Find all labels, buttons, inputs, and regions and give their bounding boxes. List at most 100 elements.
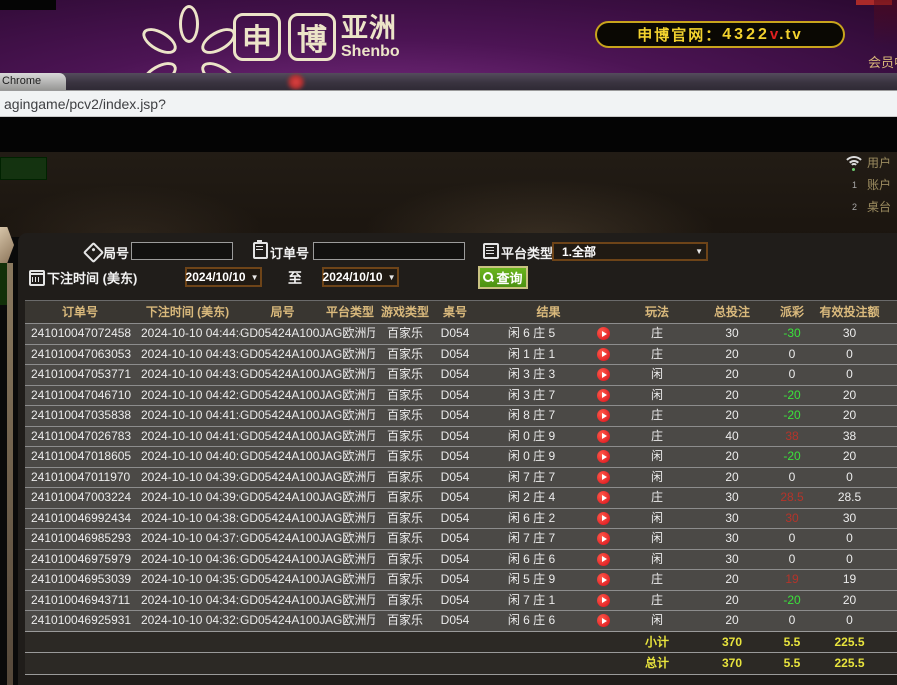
address-bar[interactable]: agingame/pcv2/index.jsp? [0,90,897,117]
cell-payout: -30 [772,324,812,344]
date-from-select[interactable]: 2024/10/10 ▼ [185,267,262,287]
cell-round_no: GD05424A100J7 [240,529,325,549]
official-site-banner: 申博官网： 4322 v .tv [595,21,845,48]
play-video-button[interactable] [597,348,610,361]
table-row: 2410100469437112024-10-10 04:34:27GD0542… [25,590,897,611]
shenbo-logo: 申 博 亚洲 Shenbo [148,2,400,72]
cell-round_no: GD05424A100JG [240,345,325,365]
cell-play_type: 庄 [622,570,692,590]
cell-table_no: D054 [435,447,475,467]
play-video-button[interactable] [597,450,610,463]
cell-order_no: 241010047063053 [25,345,135,365]
cell-play_type: 闲 [622,447,692,467]
cell-table_no: D054 [435,427,475,447]
cell-result: 闲 7 庄 7 [475,529,622,549]
cell-play_type: 闲 [622,529,692,549]
cell-bet_time: 2024-10-10 04:34:27 [135,591,240,611]
cell-table_no: D054 [435,529,475,549]
search-icon [483,272,494,283]
play-video-button[interactable] [597,430,610,443]
subtotal-row: 小计3705.5225.5 [25,631,897,653]
cell-play_type: 庄 [622,324,692,344]
cell-play_type: 闲 [622,386,692,406]
cell-platform: AG欧洲厅 [325,365,375,385]
cell-result: 闲 3 庄 7 [475,386,622,406]
cell-status: 已结算 [887,509,897,529]
lobby-background: 用户 账户 桌台 1 2 [0,152,897,237]
cell-valid_bet: 20 [812,386,887,406]
logo-region: 亚洲 [341,15,400,42]
cell-table_no: D054 [435,550,475,570]
table-row: 2410100470032242024-10-10 04:39:02GD0542… [25,487,897,508]
cell-platform: AG欧洲厅 [325,345,375,365]
cell-bet_time: 2024-10-10 04:41:44 [135,406,240,426]
tab-red-dot [286,74,306,90]
cell-platform: AG欧洲厅 [325,406,375,426]
cell-platform: AG欧洲厅 [325,550,375,570]
play-video-button[interactable] [597,389,610,402]
cell-valid_bet: 20 [812,591,887,611]
cell-status: 已结算 [887,345,897,365]
cell-valid_bet: 20 [812,406,887,426]
table-row: 2410100469759792024-10-10 04:36:57GD0542… [25,549,897,570]
cell-payout: 0 [772,529,812,549]
calendar-icon [29,270,45,286]
cell-platform: AG欧洲厅 [325,509,375,529]
cell-order_no: 241010046992434 [25,509,135,529]
cell-play_type: 闲 [622,611,692,631]
cell-status: 已结算 [887,570,897,590]
play-video-button[interactable] [597,327,610,340]
cell-order_no: 241010047003224 [25,488,135,508]
wifi-icon [843,156,865,174]
cell-platform: AG欧洲厅 [325,488,375,508]
play-video-button[interactable] [597,409,610,422]
play-video-button[interactable] [597,368,610,381]
play-video-button[interactable] [597,471,610,484]
date-to-select[interactable]: 2024/10/10 ▼ [322,267,399,287]
cell-platform: AG欧洲厅 [325,591,375,611]
lobby-num-1: 1 [852,180,857,190]
play-video-button[interactable] [597,532,610,545]
column-header: 平台类型 [325,301,375,323]
play-video-button[interactable] [597,553,610,566]
cell-bet_time: 2024-10-10 04:39:45 [135,468,240,488]
cell-total_bet: 20 [692,570,772,590]
cell-order_no: 241010047018605 [25,447,135,467]
member-center-link[interactable]: 会员中心 [868,52,897,71]
logo-char-shen: 申 [233,13,281,61]
order-input[interactable] [313,242,465,260]
play-video-button[interactable] [597,594,610,607]
cell-status: 已结算 [887,365,897,385]
search-button[interactable]: 查询 [478,266,528,289]
cell-round_no: GD05424A100J3 [240,591,325,611]
cell-game_type: 百家乐 [375,324,435,344]
platform-list-icon [483,243,499,259]
platform-select[interactable]: 1.全部 ▼ [552,242,708,261]
table-row: 2410100470630532024-10-10 04:43:54GD0542… [25,344,897,365]
order-clipboard-icon [253,242,268,259]
cell-payout: 38 [772,427,812,447]
column-header: 下注时间 (美东) [135,301,240,323]
play-video-button[interactable] [597,573,610,586]
play-video-button[interactable] [597,491,610,504]
cell-total_bet: 20 [692,345,772,365]
cell-round_no: GD05424A100J8 [240,509,325,529]
play-video-button[interactable] [597,512,610,525]
cell-result: 闲 3 庄 3 [475,365,622,385]
cell-round_no: GD05424A100JE [240,386,325,406]
round-input[interactable] [131,242,233,260]
cell-table_no: D054 [435,386,475,406]
cell-payout: -20 [772,406,812,426]
corner-tint [874,0,897,46]
browser-tab-chrome[interactable]: Chrome [0,73,66,90]
cell-game_type: 百家乐 [375,386,435,406]
cell-round_no: GD05424A100J4 [240,570,325,590]
cell-valid_bet: 0 [812,345,887,365]
cell-status: 已结算 [887,427,897,447]
cell-order_no: 241010047053771 [25,365,135,385]
lobby-label-account: 账户 [867,176,891,193]
cell-bet_time: 2024-10-10 04:44:43 [135,324,240,344]
cell-table_no: D054 [435,324,475,344]
date-from-value: 2024/10/10 [186,270,246,284]
play-video-button[interactable] [597,614,610,627]
